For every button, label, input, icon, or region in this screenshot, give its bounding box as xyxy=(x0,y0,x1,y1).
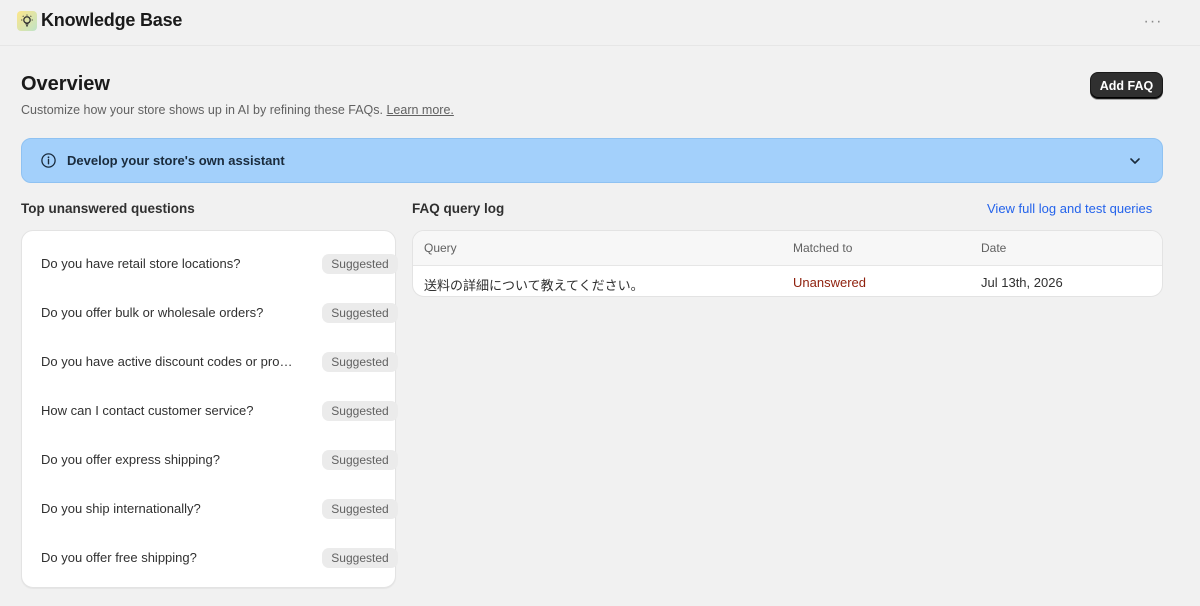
learn-more-link[interactable]: Learn more. xyxy=(386,103,453,117)
list-item[interactable]: Do you have active discount codes or pro… xyxy=(22,337,398,386)
query-log-section-title: FAQ query log xyxy=(412,201,505,216)
status-badge: Suggested xyxy=(322,253,398,274)
question-text: Do you ship internationally? xyxy=(41,501,201,516)
chevron-down-icon[interactable] xyxy=(1127,153,1143,169)
table-header: Query Matched to Date xyxy=(413,231,1162,266)
date-cell: Jul 13th, 2026 xyxy=(981,275,1063,290)
column-header-matched[interactable]: Matched to xyxy=(793,241,852,255)
list-item[interactable]: Do you offer express shipping? Suggested xyxy=(22,435,398,484)
column-header-date[interactable]: Date xyxy=(981,241,1006,255)
question-text: How can I contact customer service? xyxy=(41,403,254,418)
banner-text: Develop your store's own assistant xyxy=(67,153,285,168)
unanswered-section-title: Top unanswered questions xyxy=(21,201,195,216)
more-actions-button[interactable]: ··· xyxy=(1140,12,1166,32)
list-item[interactable]: Do you ship internationally? Suggested xyxy=(22,484,398,533)
question-text: Do you offer bulk or wholesale orders? xyxy=(41,305,264,320)
page-subtitle: Customize how your store shows up in AI … xyxy=(21,103,454,117)
status-badge: Suggested xyxy=(322,449,398,470)
status-badge: Suggested xyxy=(322,302,398,323)
status-badge: Suggested xyxy=(322,547,398,568)
status-badge: Suggested xyxy=(322,400,398,421)
ellipsis-icon: ··· xyxy=(1143,13,1163,30)
page-title: Overview xyxy=(21,73,110,95)
info-icon xyxy=(41,153,56,168)
question-text: Do you have retail store locations? xyxy=(41,256,241,271)
column-header-query[interactable]: Query xyxy=(424,241,457,255)
top-bar: Knowledge Base ··· xyxy=(0,0,1200,46)
subtitle-text: Customize how your store shows up in AI … xyxy=(21,103,383,117)
query-cell: 送料の詳細について教えてください。 xyxy=(424,278,644,293)
app-title: Knowledge Base xyxy=(41,10,183,30)
list-item[interactable]: Do you offer bulk or wholesale orders? S… xyxy=(22,288,398,337)
question-text: Do you offer express shipping? xyxy=(41,452,220,467)
view-full-log-link[interactable]: View full log and test queries xyxy=(987,201,1152,216)
status-badge: Suggested xyxy=(322,351,398,372)
lightbulb-icon xyxy=(17,11,37,31)
status-badge: Suggested xyxy=(322,498,398,519)
unanswered-questions-card: Do you have retail store locations? Sugg… xyxy=(21,230,398,588)
assistant-banner[interactable]: Develop your store's own assistant xyxy=(21,138,1163,183)
list-item[interactable]: Do you offer free shipping? Suggested xyxy=(22,533,398,582)
add-faq-button[interactable]: Add FAQ xyxy=(1090,72,1163,99)
question-text: Do you offer free shipping? xyxy=(41,550,197,565)
question-text: Do you have active discount codes or pro… xyxy=(41,354,303,369)
list-item[interactable]: How can I contact customer service? Sugg… xyxy=(22,386,398,435)
matched-cell: Unanswered xyxy=(793,275,866,290)
query-log-table: Query Matched to Date 送料の詳細について教えてください。 … xyxy=(412,230,1163,297)
list-item[interactable]: Do you have retail store locations? Sugg… xyxy=(22,239,398,288)
